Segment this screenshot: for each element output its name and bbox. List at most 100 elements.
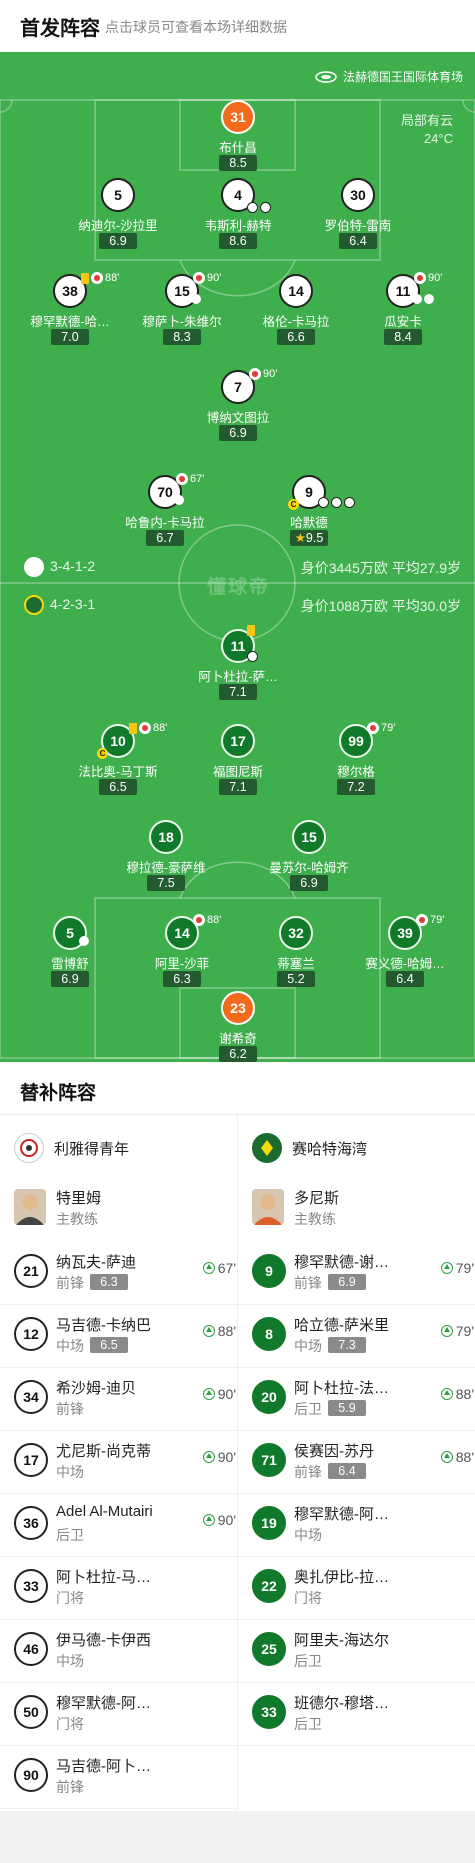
away-player[interactable]: 17 福图尼斯 7.1 [183,724,293,795]
sub-position: 后卫 [294,1653,322,1669]
player-name: 法比奥-马丁斯 [78,765,158,779]
captain-mark: C [288,499,299,510]
home-player[interactable]: 14 格伦-卡马拉 6.6 [241,274,351,345]
sub-position: 门将 [56,1716,84,1732]
injury-icon [174,495,184,505]
player-number: 23 [221,991,255,1025]
away-player[interactable]: 15 曼苏尔-哈姆齐 6.9 [254,820,364,891]
goal-events [247,202,271,213]
injury-icon [191,294,201,304]
away-value-info: 身价1088万欧 平均30.0岁 [300,598,461,614]
sub-time: 88' [207,914,222,926]
home-sub-row[interactable]: 21 纳瓦夫-萨迪 前锋 6.3 67' [14,1242,236,1304]
home-player[interactable]: 30 罗伯特-雷南 6.4 [303,178,413,249]
sub-in-time-value: 90' [217,1386,236,1402]
player-rating: 7.1 [219,684,257,700]
sub-name: 尤尼斯-尚克蒂 [56,1443,151,1460]
player-events: 88' [193,914,221,926]
sub-out-icon [193,914,205,926]
away-player[interactable]: 14 88' 阿里-沙菲 6.3 [127,914,237,987]
home-sub-row[interactable]: 46 伊马德-卡伊西 中场 [14,1620,236,1682]
sub-time: 79' [430,914,445,926]
home-sub-row[interactable]: 90 马吉德-阿卜… 前锋 [14,1746,236,1808]
ball-icon [344,497,355,508]
away-sub-row[interactable]: 71 侯赛因-苏丹 前锋 6.4 88' [252,1431,474,1493]
player-name: 穆拉德-豪萨维 [126,861,206,875]
home-sub-row[interactable]: 34 希沙姆-迪贝 前锋 90' [14,1368,236,1430]
player-rating: 6.9 [51,971,89,987]
player-rating: 7.1 [219,779,257,795]
player-name: 韦斯利-赫特 [204,219,272,233]
away-sub-row[interactable]: 25 阿里夫-海达尔 后卫 [252,1620,474,1682]
away-sub-row[interactable]: 8 哈立德-萨米里 中场 7.3 79' [252,1305,474,1367]
away-team-header[interactable]: 赛哈特海湾 [252,1128,367,1168]
home-sub-row[interactable]: 12 马吉德-卡纳巴 中场 6.5 88' [14,1305,236,1367]
injury-events [412,294,434,304]
star-icon: ★ [294,531,306,545]
player-rating-value: 9.5 [305,531,324,545]
away-sub-row[interactable]: 9 穆罕默德-谢… 前锋 6.9 79' [252,1242,474,1304]
injury-icon [424,294,434,304]
coach-role: 主教练 [294,1211,336,1227]
away-sub-row[interactable]: 33 班德尔-穆塔… 后卫 [252,1683,474,1745]
sub-in-time: 90' [202,1512,236,1528]
weather-desc: 局部有云 [400,113,453,128]
home-sub-row[interactable]: 50 穆罕默德-阿… 门将 [14,1683,236,1745]
home-player[interactable]: 70 67' 哈鲁内-卡马拉 6.7 [110,473,220,546]
captain-icon: C [97,748,108,759]
away-coach[interactable]: 多尼斯 主教练 [252,1183,452,1233]
player-name: 哈默德 [290,516,328,530]
player-name: 赛义德-哈姆… [365,957,445,971]
away-sub-row[interactable]: 19 穆罕默德-阿… 中场 [252,1494,474,1556]
sub-position: 中场 [56,1338,84,1354]
sub-name: 班德尔-穆塔… [294,1695,389,1712]
home-player[interactable]: 11 90' 瓜安卡 8.4 [348,272,458,345]
away-player[interactable]: 23 谢希奇 6.2 [183,991,293,1062]
home-player[interactable]: 31 布什昌 8.5 [183,100,293,171]
home-player[interactable]: 5 纳迪尔-沙拉里 6.9 [63,178,173,249]
sub-time: 88' [105,272,120,284]
away-player[interactable]: 99 79' 穆尔格 7.2 [301,722,411,795]
coach-avatar [252,1189,284,1225]
injury-icon [412,294,422,304]
player-rating: 8.6 [219,233,257,249]
sub-name: 伊马德-卡伊西 [56,1632,151,1649]
away-player[interactable]: 10 88' C 法比奥-马丁斯 6.5 [63,722,173,795]
away-player[interactable]: 39 79' 赛义德-哈姆… 6.4 [350,914,460,987]
home-player[interactable]: 9 C 哈默德 ★9.5 [254,475,364,546]
home-player[interactable]: 7 90' 博纳文图拉 6.9 [183,368,293,441]
goal-events [318,497,355,508]
sub-in-time: 90' [202,1386,236,1402]
home-player[interactable]: 4 韦斯利-赫特 8.6 [183,178,293,249]
away-player[interactable]: 18 穆拉德-豪萨维 7.5 [111,820,221,891]
away-formation-row: 4-2-3-1 身价1088万欧 平均30.0岁 [0,593,475,617]
sub-out-icon [193,272,205,284]
home-team-header[interactable]: 利雅得青年 [14,1128,129,1168]
player-number: 31 [221,100,255,134]
player-events: 79' [367,722,395,734]
home-player[interactable]: 15 90' 穆萨卜-朱维尔 8.3 [127,272,237,345]
home-coach[interactable]: 特里姆 主教练 [14,1183,214,1233]
home-sub-row[interactable]: 33 阿卜杜拉-马… 门将 [14,1557,236,1619]
away-player[interactable]: 5 雷博舒 6.9 [15,916,125,987]
player-rating: 6.3 [163,971,201,987]
player-name: 雷博舒 [51,957,89,971]
away-sub-row[interactable]: 20 阿卜杜拉-法… 后卫 5.9 88' [252,1368,474,1430]
home-sub-row[interactable]: 17 尤尼斯-尚克蒂 中场 90' [14,1431,236,1493]
sub-name: 纳瓦夫-萨迪 [56,1254,136,1271]
away-sub-row[interactable]: 22 奥扎伊比-拉… 门将 [252,1557,474,1619]
home-sub-row[interactable]: 36 Adel Al-Mutairi 后卫 90' [14,1494,236,1556]
goal-events [247,651,258,662]
player-rating: 8.3 [163,329,201,345]
sub-name: 哈立德-萨米里 [294,1317,389,1334]
home-player[interactable]: 38 88' 穆罕默德-哈… 7.0 [15,272,125,345]
away-player[interactable]: 11 阿卜杜拉-萨… 7.1 [183,625,293,700]
player-name: 谢希奇 [219,1032,257,1046]
ball-icon [318,497,329,508]
away-player[interactable]: 32 蒂塞兰 5.2 [241,916,351,987]
stadium-icon [315,70,337,83]
injury-events [191,294,201,304]
sub-in-time-value: 88' [217,1323,236,1339]
page-title: 首发阵容 [20,18,100,40]
player-name: 穆尔格 [337,765,375,779]
